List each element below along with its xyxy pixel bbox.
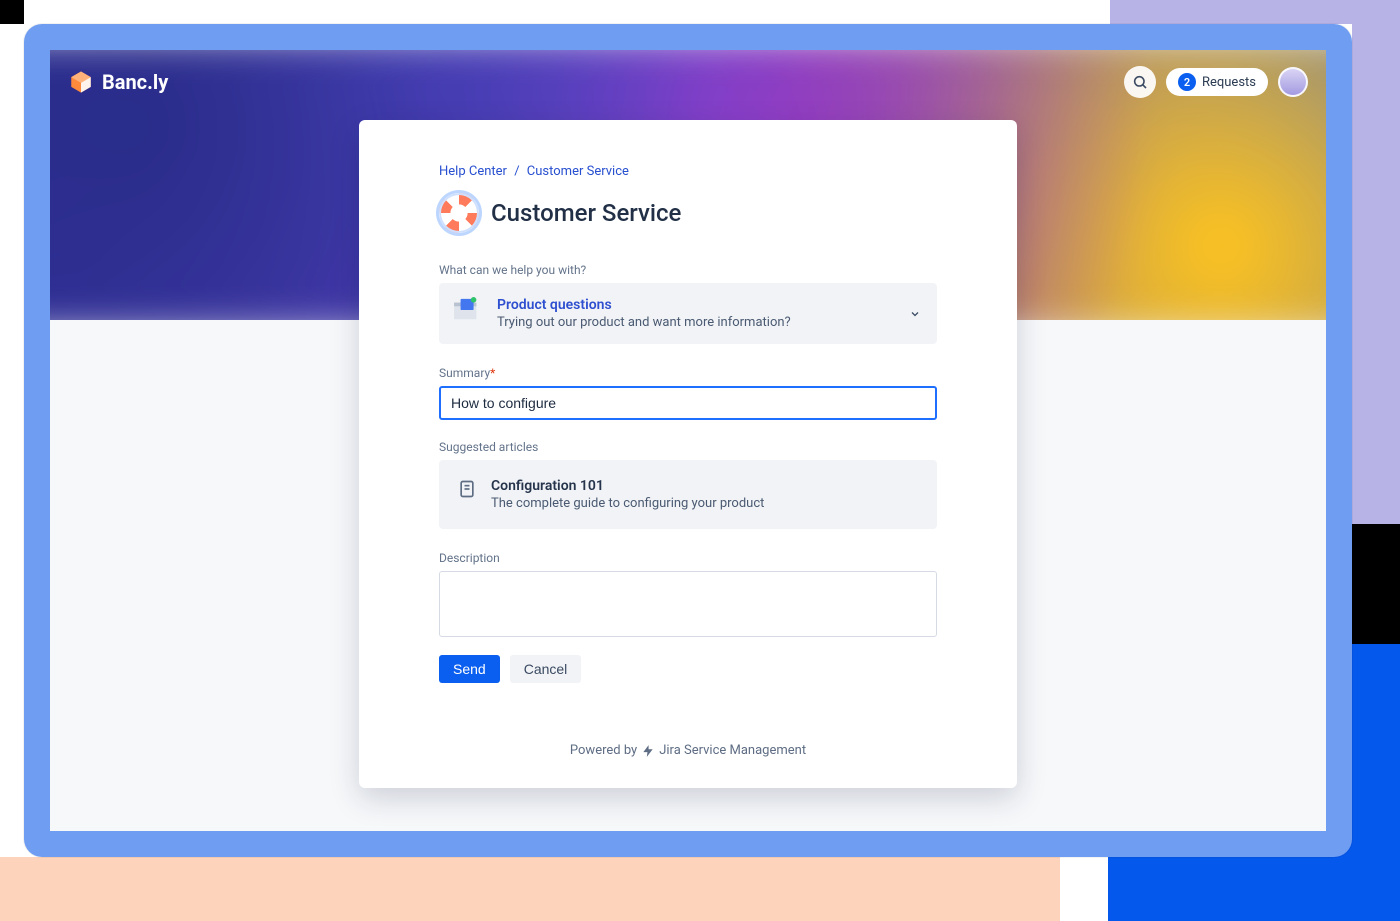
breadcrumb: Help Center / Customer Service bbox=[439, 164, 937, 179]
request-type-title: Product questions bbox=[497, 297, 791, 313]
requests-label: Requests bbox=[1202, 75, 1256, 90]
breadcrumb-separator: / bbox=[514, 164, 519, 179]
frame-accent-bottom bbox=[0, 857, 1060, 921]
request-type-select[interactable]: Product questions Trying out our product… bbox=[439, 283, 937, 344]
chevron-down-icon bbox=[909, 308, 921, 320]
article-icon bbox=[457, 479, 477, 499]
suggested-article-title: Configuration 101 bbox=[491, 478, 764, 494]
powered-prefix: Powered by bbox=[570, 743, 637, 758]
avatar[interactable] bbox=[1278, 67, 1308, 97]
description-label: Description bbox=[439, 551, 937, 565]
frame-accent-top bbox=[1110, 0, 1400, 24]
search-button[interactable] bbox=[1124, 66, 1156, 98]
top-bar: Banc.ly 2 Requests bbox=[68, 64, 1308, 100]
frame-accent-corner bbox=[0, 0, 24, 24]
powered-product: Jira Service Management bbox=[659, 743, 806, 758]
request-type-subtitle: Trying out our product and want more inf… bbox=[497, 315, 791, 330]
suggested-article[interactable]: Configuration 101 The complete guide to … bbox=[439, 460, 937, 529]
top-actions: 2 Requests bbox=[1124, 66, 1308, 98]
brand-logo-icon bbox=[68, 69, 94, 95]
cancel-button[interactable]: Cancel bbox=[510, 655, 582, 683]
request-form-card: Help Center / Customer Service Customer … bbox=[359, 120, 1017, 788]
frame-accent-side bbox=[1352, 524, 1400, 644]
brand-name: Banc.ly bbox=[102, 70, 168, 94]
suggested-article-subtitle: The complete guide to configuring your p… bbox=[491, 496, 764, 511]
help-prompt-label: What can we help you with? bbox=[439, 263, 937, 277]
suggested-articles-label: Suggested articles bbox=[439, 440, 937, 454]
app-window: Banc.ly 2 Requests Help Center / Custome… bbox=[24, 24, 1352, 857]
breadcrumb-root-link[interactable]: Help Center bbox=[439, 164, 507, 179]
breadcrumb-current-link[interactable]: Customer Service bbox=[527, 164, 629, 179]
summary-label: Summary* bbox=[439, 366, 937, 380]
requests-count-badge: 2 bbox=[1178, 73, 1196, 91]
request-type-icon bbox=[453, 297, 483, 323]
page-title: Customer Service bbox=[491, 199, 681, 227]
description-input[interactable] bbox=[439, 571, 937, 637]
bolt-icon bbox=[641, 744, 655, 758]
lifebuoy-icon bbox=[439, 193, 479, 233]
summary-input[interactable] bbox=[439, 386, 937, 420]
brand[interactable]: Banc.ly bbox=[68, 69, 168, 95]
requests-button[interactable]: 2 Requests bbox=[1166, 68, 1268, 96]
powered-by: Powered by Jira Service Management bbox=[439, 743, 937, 758]
send-button[interactable]: Send bbox=[439, 655, 500, 683]
search-icon bbox=[1132, 74, 1148, 90]
